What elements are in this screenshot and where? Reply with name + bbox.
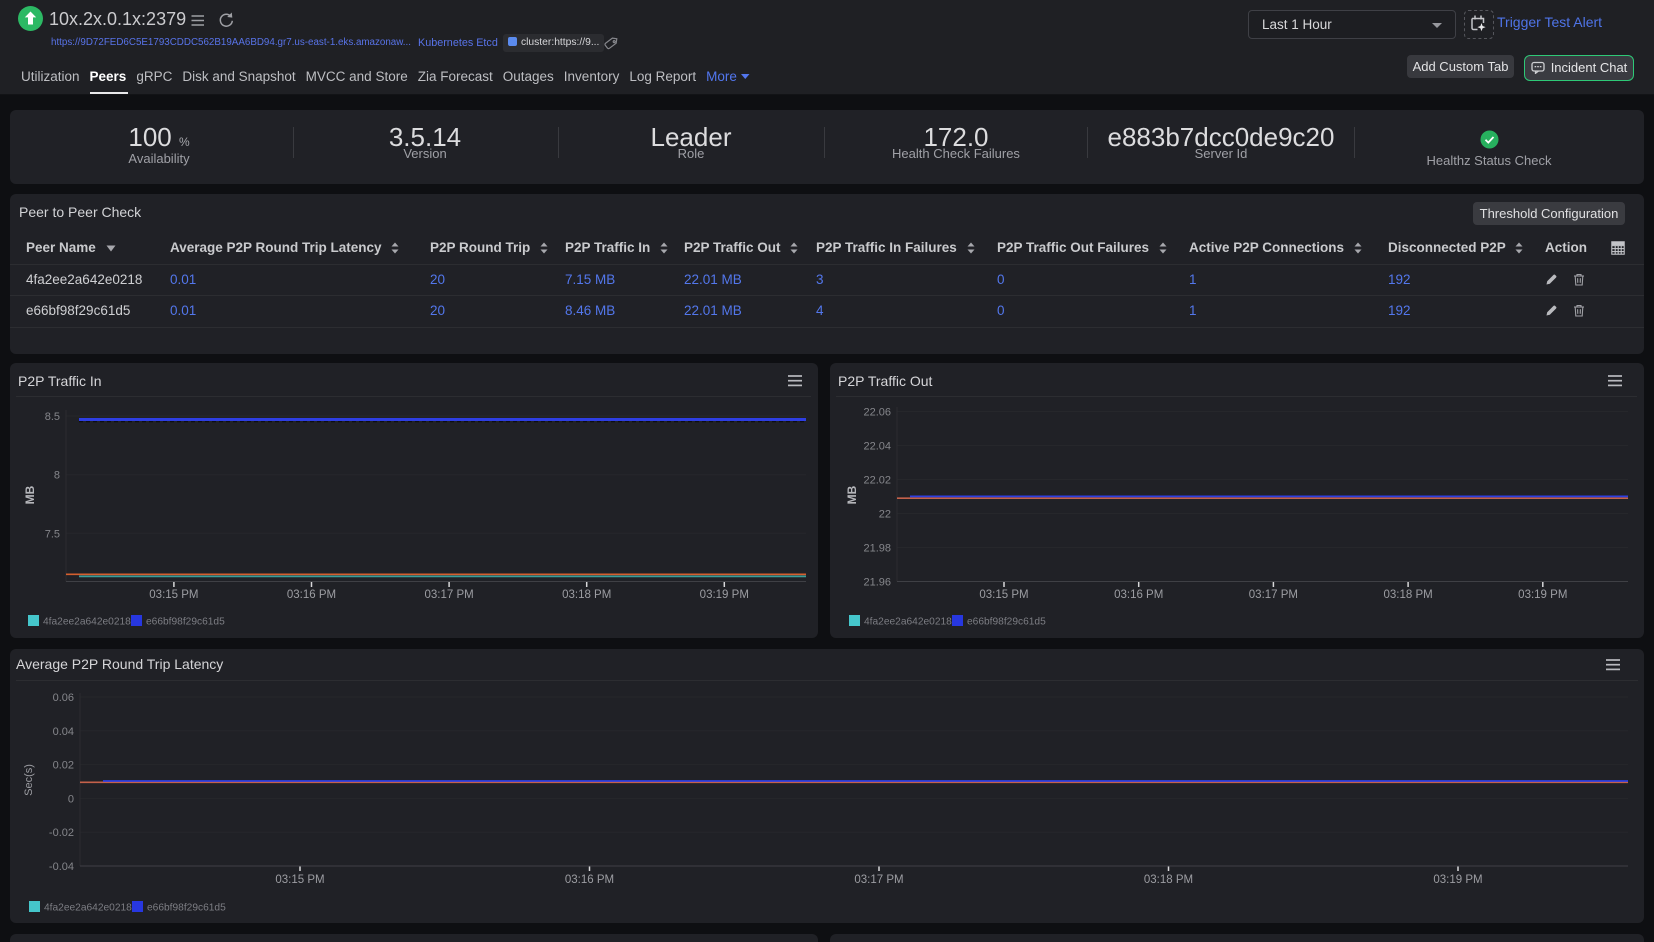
svg-text:e66bf98f29c61d5: e66bf98f29c61d5: [147, 903, 226, 914]
svg-text:P2P Traffic Out: P2P Traffic Out: [838, 373, 933, 389]
svg-text:03:17 PM: 03:17 PM: [424, 589, 473, 601]
svg-text:-0.02: -0.02: [49, 827, 74, 839]
svg-text:03:16 PM: 03:16 PM: [287, 589, 336, 601]
svg-text:03:16 PM: 03:16 PM: [1114, 589, 1163, 601]
svg-text:8.5: 8.5: [45, 411, 60, 423]
svg-text:03:15 PM: 03:15 PM: [979, 589, 1028, 601]
svg-text:03:18 PM: 03:18 PM: [1383, 589, 1432, 601]
svg-text:4fa2ee2a642e0218: 4fa2ee2a642e0218: [43, 617, 131, 628]
svg-text:03:19 PM: 03:19 PM: [1433, 874, 1482, 886]
svg-text:03:16 PM: 03:16 PM: [565, 874, 614, 886]
svg-text:22.02: 22.02: [863, 475, 891, 487]
svg-text:P2P Traffic In: P2P Traffic In: [18, 373, 102, 389]
svg-text:MB: MB: [845, 485, 859, 504]
svg-text:4fa2ee2a642e0218: 4fa2ee2a642e0218: [864, 617, 952, 628]
svg-text:03:17 PM: 03:17 PM: [1249, 589, 1298, 601]
svg-text:0.06: 0.06: [53, 692, 74, 704]
svg-text:-0.04: -0.04: [49, 861, 74, 873]
svg-text:Sec(s): Sec(s): [23, 764, 35, 796]
svg-text:03:15 PM: 03:15 PM: [149, 589, 198, 601]
svg-text:21.98: 21.98: [863, 543, 891, 555]
svg-text:22: 22: [879, 509, 891, 521]
svg-text:e66bf98f29c61d5: e66bf98f29c61d5: [967, 617, 1046, 628]
svg-text:0.02: 0.02: [53, 760, 74, 772]
svg-text:Average P2P Round Trip Latency: Average P2P Round Trip Latency: [16, 656, 223, 672]
svg-text:22.04: 22.04: [863, 441, 891, 453]
svg-text:4fa2ee2a642e0218: 4fa2ee2a642e0218: [44, 903, 132, 914]
svg-text:03:18 PM: 03:18 PM: [1144, 874, 1193, 886]
svg-text:e66bf98f29c61d5: e66bf98f29c61d5: [146, 617, 225, 628]
svg-text:21.96: 21.96: [863, 577, 891, 589]
svg-text:22.06: 22.06: [863, 407, 891, 419]
svg-text:MB: MB: [23, 485, 37, 504]
svg-text:0.04: 0.04: [53, 726, 74, 738]
svg-text:0: 0: [68, 793, 74, 805]
svg-text:03:19 PM: 03:19 PM: [1518, 589, 1567, 601]
svg-text:8: 8: [54, 470, 60, 482]
svg-text:03:19 PM: 03:19 PM: [700, 589, 749, 601]
svg-text:03:17 PM: 03:17 PM: [854, 874, 903, 886]
svg-text:7.5: 7.5: [45, 528, 60, 540]
svg-text:03:18 PM: 03:18 PM: [562, 589, 611, 601]
svg-text:03:15 PM: 03:15 PM: [275, 874, 324, 886]
